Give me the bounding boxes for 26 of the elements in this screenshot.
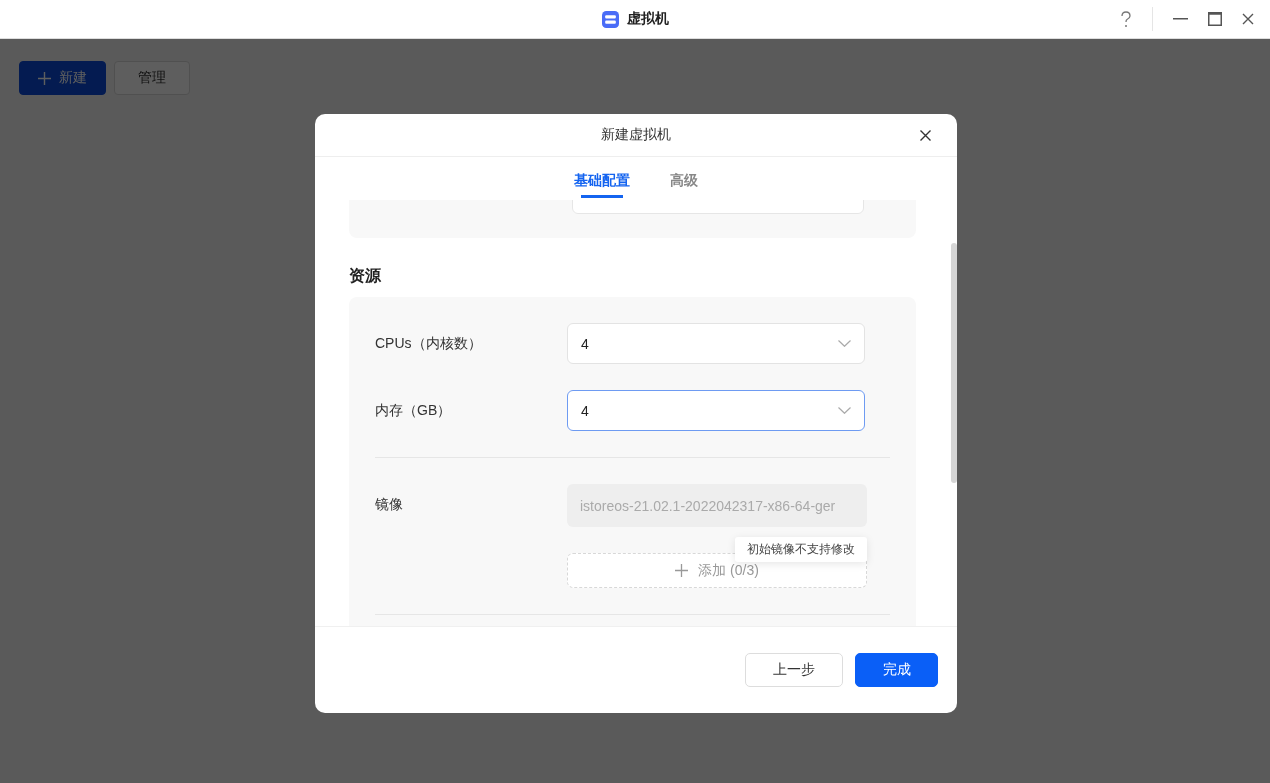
select-field[interactable]: 4 xyxy=(567,390,865,431)
new-button[interactable]: 新建 xyxy=(19,61,106,95)
app-icon xyxy=(601,10,619,28)
plus-icon xyxy=(675,564,689,577)
window-title: 虚拟机 xyxy=(626,10,669,28)
manage-button[interactable]: 管理 xyxy=(114,61,190,95)
field-label: 镜像 xyxy=(375,496,404,514)
help-icon[interactable] xyxy=(1120,10,1132,28)
close-icon[interactable] xyxy=(920,130,931,141)
tooltip: 初始镜像不支持修改 xyxy=(735,537,867,562)
select-field[interactable]: 4 xyxy=(567,323,865,364)
disabled-input-field: istoreos-21.02.1-2022042317-x86-64-ger xyxy=(567,484,867,527)
back-button[interactable]: 上一步 xyxy=(745,653,843,687)
minimize-icon[interactable] xyxy=(1173,18,1188,20)
finish-button[interactable]: 完成 xyxy=(855,653,938,687)
dialog-title: 新建虚拟机 xyxy=(601,126,671,144)
field-label: CPUs（内核数） xyxy=(375,334,483,353)
tab[interactable]: 基础配置 xyxy=(566,157,638,198)
maximize-icon[interactable] xyxy=(1208,12,1222,26)
chevron-down-icon xyxy=(838,407,851,414)
close-icon[interactable] xyxy=(1242,13,1254,25)
section-title: 资源 xyxy=(349,266,382,286)
chevron-down-icon xyxy=(838,340,851,347)
field-label: 内存（GB） xyxy=(375,401,453,420)
plus-icon xyxy=(38,71,51,85)
tab[interactable]: 高级 xyxy=(662,157,706,198)
